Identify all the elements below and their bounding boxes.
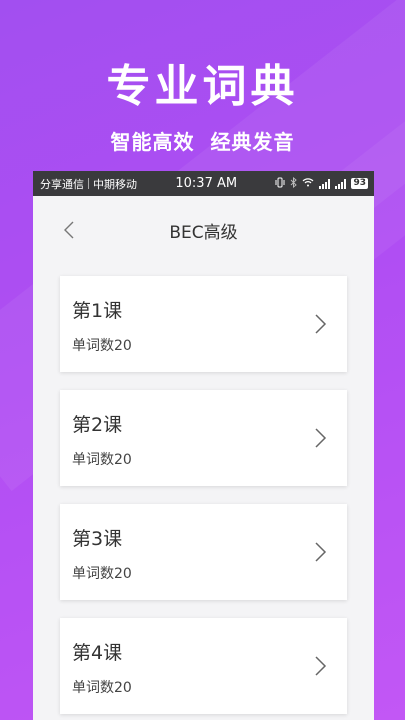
lesson-title: 第1课 — [72, 300, 123, 322]
chevron-right-icon — [315, 428, 327, 448]
lesson-card-4[interactable]: 第4课 单词数20 — [60, 618, 347, 714]
hero-title: 专业词典 — [106, 61, 299, 112]
lesson-word-count: 单词数20 — [72, 680, 132, 696]
chevron-right-icon — [315, 542, 327, 562]
lesson-card-3[interactable]: 第3课 单词数20 — [60, 504, 347, 600]
lesson-card-2[interactable]: 第2课 单词数20 — [60, 390, 347, 486]
phone-screen: 分享通信 中期移动 10:37 AM 93 BEC高级 第1课 单词数20 第2… — [33, 171, 374, 720]
lesson-card-1[interactable]: 第1课 单词数20 — [60, 276, 347, 372]
lesson-list: 第1课 单词数20 第2课 单词数20 第3课 单词数20 第4课 单词数20 — [33, 276, 374, 714]
lesson-title: 第3课 — [72, 528, 123, 550]
lesson-word-count: 单词数20 — [72, 566, 132, 582]
top-nav: BEC高级 — [33, 184, 374, 276]
chevron-right-icon — [315, 656, 327, 676]
chevron-left-icon — [64, 221, 74, 239]
lesson-title: 第4课 — [72, 642, 123, 664]
lesson-word-count: 单词数20 — [72, 452, 132, 468]
hero-subtitle: 智能高效 经典发音 — [110, 130, 295, 154]
lesson-word-count: 单词数20 — [72, 338, 132, 354]
back-button[interactable] — [55, 216, 83, 244]
page-title: BEC高级 — [169, 222, 238, 243]
chevron-right-icon — [315, 314, 327, 334]
lesson-title: 第2课 — [72, 414, 123, 436]
